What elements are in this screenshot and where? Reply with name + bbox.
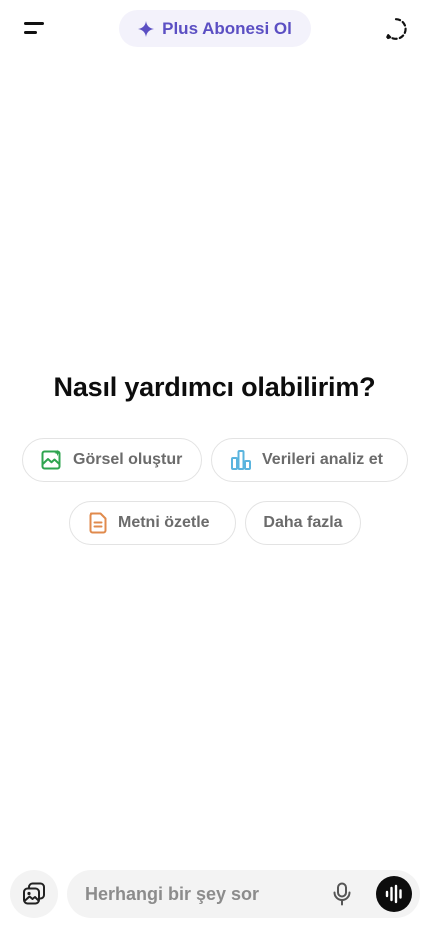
- voice-mode-button[interactable]: [376, 876, 412, 912]
- suggestion-create-image[interactable]: Görsel oluştur: [22, 438, 202, 482]
- attach-photos-button[interactable]: [10, 870, 58, 918]
- page-title: Nasıl yardımcı olabilirim?: [53, 372, 376, 402]
- menu-button[interactable]: [14, 10, 54, 46]
- microphone-icon: [333, 882, 351, 906]
- chat-home-screen: Plus Abonesi Ol Nasıl yardımcı olabiliri…: [0, 0, 429, 926]
- upgrade-label: Plus Abonesi Ol: [162, 18, 292, 38]
- photos-icon: [23, 882, 45, 905]
- bar-chart-icon: [231, 450, 251, 470]
- new-chat-icon: [385, 18, 407, 40]
- menu-icon: [24, 22, 44, 25]
- upgrade-plus-button[interactable]: Plus Abonesi Ol: [119, 10, 311, 47]
- sparkle-icon: [138, 20, 155, 37]
- menu-icon-line: [24, 31, 37, 34]
- voice-mode-icon: [385, 884, 402, 904]
- suggestion-more[interactable]: Daha fazla: [245, 501, 361, 545]
- suggestion-label: Görsel oluştur: [73, 451, 183, 468]
- dictate-button[interactable]: [329, 880, 355, 908]
- suggestion-analyze-data[interactable]: Verileri analiz et: [211, 438, 408, 482]
- suggestion-label: Metni özetle: [118, 514, 210, 531]
- suggestion-label: Verileri analiz et: [262, 451, 383, 468]
- message-composer: [67, 870, 420, 918]
- message-input[interactable]: [85, 870, 315, 918]
- image-icon: [41, 449, 61, 470]
- new-chat-button[interactable]: [379, 12, 413, 46]
- document-icon: [89, 512, 107, 534]
- suggestion-summarize-text[interactable]: Metni özetle: [69, 501, 236, 545]
- suggestion-label: Daha fazla: [263, 514, 343, 531]
